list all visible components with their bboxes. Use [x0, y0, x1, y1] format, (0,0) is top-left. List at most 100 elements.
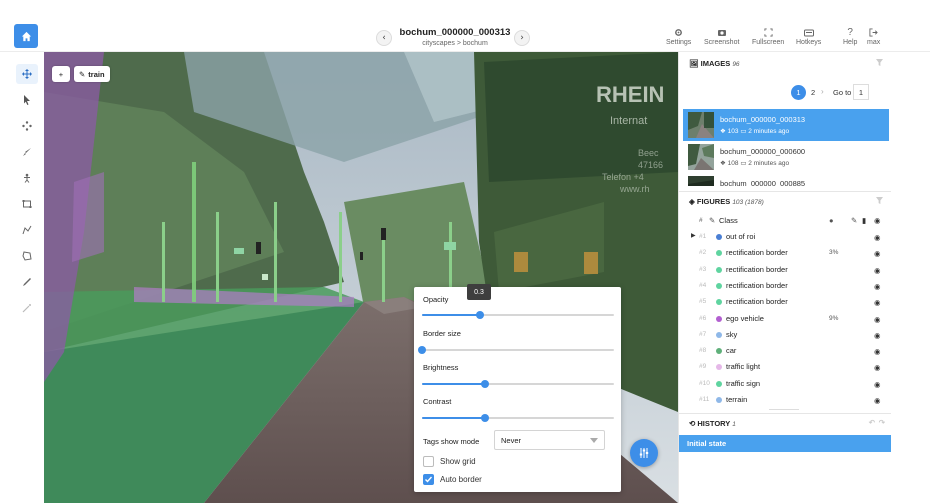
screenshot-button[interactable]: Screenshot: [704, 28, 739, 46]
opacity-slider-handle[interactable]: [475, 311, 484, 319]
figure-row[interactable]: #8 car ◉: [679, 343, 891, 359]
eye-icon[interactable]: ◉: [874, 380, 881, 389]
border-size-label: Border size: [423, 329, 461, 338]
settings-button[interactable]: Settings: [666, 28, 691, 46]
trash-icon[interactable]: ▮: [862, 216, 866, 225]
figure-row[interactable]: #11 terrain ◉: [679, 392, 891, 408]
bbox-tool-button[interactable]: [16, 194, 38, 214]
eye-icon[interactable]: ◉: [874, 347, 881, 356]
hotkeys-button[interactable]: Hotkeys: [796, 28, 821, 46]
tool-sidebar: [0, 52, 44, 503]
eye-icon[interactable]: ◉: [874, 233, 881, 242]
figure-class-name: terrain: [726, 395, 748, 404]
column-class[interactable]: Class: [719, 216, 738, 225]
next-page-icon[interactable]: ›: [821, 85, 824, 99]
border-size-slider[interactable]: [418, 346, 614, 354]
redo-icon[interactable]: ↷: [879, 418, 885, 427]
eye-icon[interactable]: ◉: [874, 363, 881, 372]
eye-icon[interactable]: ◉: [874, 266, 881, 275]
page-2-button[interactable]: 2: [811, 85, 815, 99]
image-list-item[interactable]: bochum_000000_000313 ❖ 103 ▭ 2 minutes a…: [683, 109, 889, 141]
pan-tool-button[interactable]: [16, 64, 38, 84]
figure-row[interactable]: #10 traffic sign ◉: [679, 376, 891, 392]
eye-icon[interactable]: ◉: [874, 249, 881, 258]
figure-row[interactable]: #2 rectification border 3% ◉: [679, 245, 891, 261]
chevron-down-icon: [590, 438, 598, 443]
svg-text:47166: 47166: [638, 160, 663, 170]
question-icon: ?: [847, 27, 853, 38]
expand-arrow-icon[interactable]: ▶: [691, 232, 696, 239]
history-section-header[interactable]: ⟲ HISTORY 1 ↶ ↷: [679, 413, 891, 431]
image-list-item[interactable]: bochum_000000_000600 ❖ 108 ▭ 2 minutes a…: [683, 141, 889, 173]
filter-icon[interactable]: [876, 197, 883, 204]
figure-row[interactable]: #3 rectification border ◉: [679, 262, 891, 278]
pen-tool-button[interactable]: [16, 272, 38, 292]
opacity-slider[interactable]: [422, 311, 614, 319]
polygon-tool-button[interactable]: [16, 246, 38, 266]
page-1-button[interactable]: 1: [791, 85, 806, 100]
show-grid-checkbox[interactable]: [423, 456, 434, 467]
filter-icon[interactable]: [876, 59, 883, 66]
figure-row[interactable]: #9 traffic light ◉: [679, 359, 891, 375]
undo-icon[interactable]: ↶: [869, 418, 875, 427]
eye-icon[interactable]: ◉: [874, 315, 881, 324]
canvas-settings-button[interactable]: [630, 439, 658, 467]
brush-tool-button[interactable]: [16, 142, 38, 162]
eye-icon[interactable]: ◉: [874, 396, 881, 405]
image-meta: ❖ 108 ▭ 2 minutes ago: [720, 159, 789, 167]
figures-resize-handle[interactable]: [769, 409, 799, 410]
eye-icon[interactable]: ◉: [874, 331, 881, 340]
class-color-dot: [716, 397, 722, 403]
figure-area-percent: 3%: [829, 249, 839, 257]
select-tool-button[interactable]: [16, 90, 38, 110]
figures-section-header[interactable]: ◈ FIGURES 103 (1878): [679, 191, 891, 209]
auto-border-checkbox[interactable]: [423, 474, 434, 485]
history-item[interactable]: Initial state: [679, 435, 891, 452]
figure-row[interactable]: #4 rectification border ◉: [679, 278, 891, 294]
rectangle-icon: [22, 200, 32, 208]
contrast-slider-fill: [422, 417, 486, 419]
figure-number: #10: [699, 379, 710, 387]
eye-icon[interactable]: ◉: [874, 298, 881, 307]
brightness-slider[interactable]: [422, 380, 614, 388]
column-number: #: [699, 217, 703, 224]
figure-area-percent: 9%: [829, 314, 839, 322]
contrast-slider-handle[interactable]: [481, 414, 490, 422]
help-button[interactable]: ? Help: [843, 27, 858, 47]
tags-mode-select[interactable]: Never: [494, 430, 605, 450]
user-menu-button[interactable]: max: [867, 28, 880, 46]
top-bar: ‹ bochum_000000_000313 cityscapes > boch…: [0, 0, 930, 52]
eye-icon[interactable]: ◉: [874, 282, 881, 291]
skeleton-tool-button[interactable]: [16, 168, 38, 188]
tag-chip[interactable]: ✎ train: [74, 66, 110, 82]
zoom-in-button[interactable]: +: [52, 66, 70, 82]
calendar-icon: ▭: [740, 160, 747, 167]
image-list-item[interactable]: bochum_000000_000885: [683, 173, 889, 186]
fullscreen-button[interactable]: Fullscreen: [752, 28, 784, 46]
polyline-tool-button[interactable]: [16, 220, 38, 240]
border-size-slider-handle[interactable]: [418, 346, 426, 354]
eye-icon[interactable]: ◉: [874, 216, 881, 225]
edit-icon[interactable]: ✎: [851, 216, 857, 225]
figure-row[interactable]: #7 sky ◉: [679, 327, 891, 343]
figure-row[interactable]: ▶ #1 out of roi ◉: [679, 229, 891, 245]
contrast-slider[interactable]: [422, 414, 614, 422]
prev-image-button[interactable]: ‹: [376, 30, 392, 46]
brightness-slider-handle[interactable]: [481, 380, 490, 388]
pen-icon: ✎: [709, 216, 716, 225]
hotkeys-label: Hotkeys: [796, 39, 822, 46]
next-image-button[interactable]: ›: [514, 30, 530, 46]
figure-row[interactable]: #5 rectification border ◉: [679, 294, 891, 310]
points-tool-button[interactable]: [16, 116, 38, 136]
class-color-dot: [716, 282, 722, 289]
smart-tool-button[interactable]: [16, 298, 38, 318]
tag-sort-icon[interactable]: ●: [829, 216, 834, 225]
home-button[interactable]: [14, 24, 38, 48]
figure-class-name: car: [726, 346, 737, 356]
images-section-header[interactable]: 🖼 IMAGES 96: [679, 54, 891, 72]
help-label: Help: [843, 39, 858, 46]
fullscreen-icon: [764, 28, 773, 37]
figure-row[interactable]: #6 ego vehicle 9% ◉: [679, 311, 891, 327]
svg-text:Telefon +4: Telefon +4: [602, 172, 644, 182]
goto-page-input[interactable]: 1: [853, 84, 869, 100]
